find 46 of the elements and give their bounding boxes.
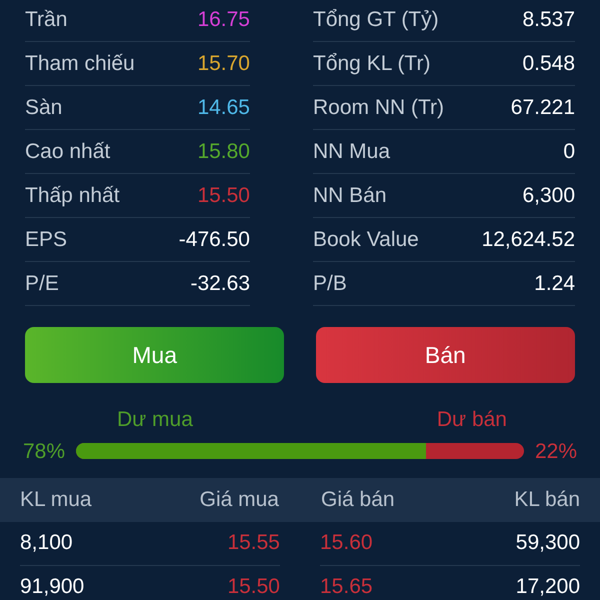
table-cell-text: 15.65: [320, 574, 374, 600]
table-cell-text: 15.50: [226, 574, 280, 600]
stat-value: 0: [563, 138, 576, 165]
stat-value: 15.70: [197, 50, 250, 77]
table-cell-text: 15.55: [226, 530, 280, 556]
column-header: KL mua: [20, 486, 93, 513]
stat-label: Trần: [25, 6, 68, 33]
stat-label: Sàn: [25, 94, 62, 121]
stat-value: 1.24: [534, 270, 576, 297]
stat-label: P/B: [313, 270, 347, 297]
stat-label: Tổng KL (Tr): [313, 50, 430, 77]
stat-value: 14.65: [197, 94, 250, 121]
stat-label: Book Value: [313, 226, 419, 253]
stat-value: -476.50: [178, 226, 250, 253]
stat-value: 0.548: [522, 50, 576, 77]
stat-value: 15.80: [197, 138, 250, 165]
stat-label: Room NN (Tr): [313, 94, 444, 121]
table-cell-text: 91,900: [20, 574, 86, 600]
stat-label: P/E: [25, 270, 59, 297]
stat-value: 12,624.52: [482, 226, 576, 253]
buy-button[interactable]: Mua: [25, 327, 284, 383]
sell-button[interactable]: Bán: [316, 327, 575, 383]
table-cell-text: 59,300: [514, 530, 580, 556]
stat-value: -32.63: [190, 270, 250, 297]
stat-value: 16.75: [197, 6, 250, 33]
table-cell-text: 8,100: [20, 530, 74, 556]
stat-label: Tổng GT (Tỷ): [313, 6, 439, 33]
stat-label: NN Mua: [313, 138, 390, 165]
column-header: Giá bán: [320, 486, 396, 513]
column-header: Giá mua: [198, 486, 280, 513]
stat-value: 15.50: [197, 182, 250, 209]
table-cell-text: 15.60: [320, 530, 374, 556]
buy-balance-label: Dư mua: [117, 407, 193, 433]
stat-value: 67.221: [510, 94, 576, 121]
stat-label: NN Bán: [313, 182, 387, 209]
buy-percent: 78%: [23, 438, 66, 464]
table-cell-text: 17,200: [514, 574, 580, 600]
sell-percent: 22%: [534, 438, 577, 464]
stat-label: EPS: [25, 226, 68, 253]
sell-balance-label: Dư bán: [436, 407, 507, 433]
stat-label: Cao nhất: [25, 138, 110, 165]
stat-value: 6,300: [522, 182, 576, 209]
stat-label: Thấp nhất: [25, 182, 120, 209]
stat-value: 8.537: [522, 6, 576, 33]
column-header: KL bán: [513, 486, 580, 513]
stat-label: Tham chiếu: [25, 50, 135, 77]
